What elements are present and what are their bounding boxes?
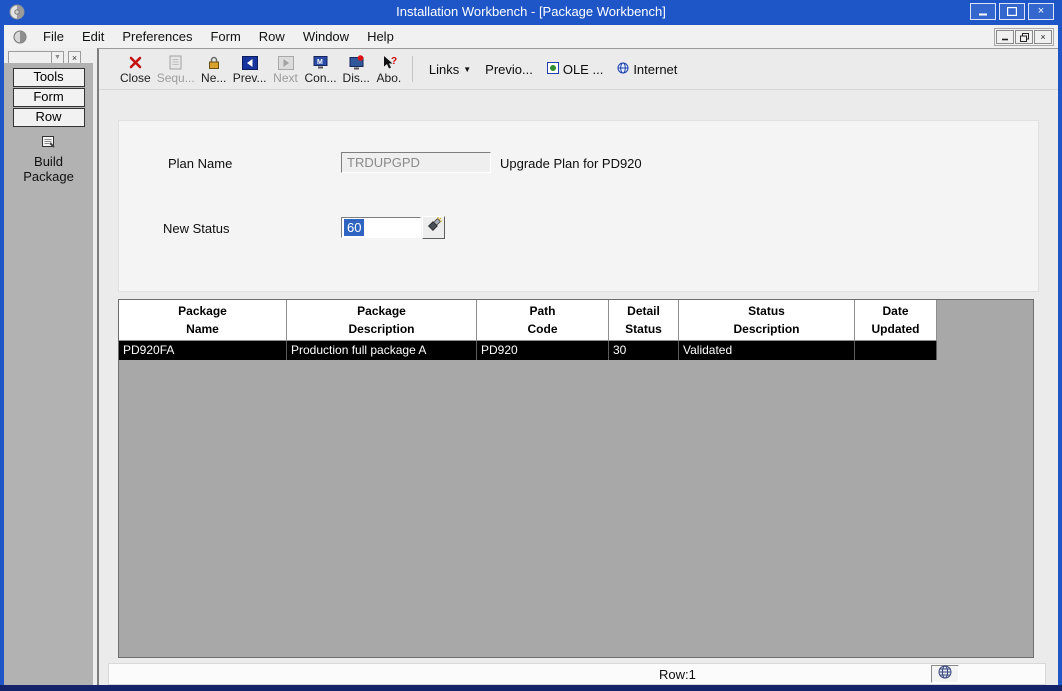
menu-file[interactable]: File <box>34 26 73 47</box>
sequence-toolbar-button: Sequ... <box>154 53 198 85</box>
menu-form[interactable]: Form <box>201 26 249 47</box>
cell-path-code[interactable]: PD920 <box>477 341 609 360</box>
window-controls: × <box>970 3 1054 20</box>
previous-toolbar-button[interactable]: Prev... <box>230 53 270 85</box>
package-grid: PackageName PackageDescription PathCode … <box>118 299 1034 658</box>
grid-header: PackageName PackageDescription PathCode … <box>119 300 1033 341</box>
column-header-detail-status[interactable]: DetailStatus <box>609 300 679 341</box>
column-header-status-description[interactable]: StatusDescription <box>679 300 855 341</box>
previous-arrow-icon <box>242 53 258 70</box>
flashlight-icon <box>426 217 442 238</box>
client-area: File Edit Preferences Form Row Window He… <box>4 25 1058 685</box>
new-status-label: New Status <box>163 221 229 236</box>
next-arrow-icon <box>278 53 294 70</box>
close-x-icon <box>128 53 143 70</box>
internet-button[interactable]: Internet <box>610 62 684 77</box>
dispatch-toolbar-button[interactable]: Dis... <box>340 53 373 85</box>
build-package-icon <box>41 134 56 154</box>
lock-icon <box>207 53 221 70</box>
new-status-selected-text: 60 <box>344 219 364 236</box>
plan-name-label: Plan Name <box>168 156 232 171</box>
ole-icon <box>547 62 559 77</box>
titlebar: Installation Workbench - [Package Workbe… <box>0 0 1062 25</box>
confirm-toolbar-button[interactable]: M Con... <box>302 53 340 85</box>
close-button[interactable]: × <box>1028 3 1054 20</box>
menubar: File Edit Preferences Form Row Window He… <box>4 25 1058 48</box>
menu-row[interactable]: Row <box>250 26 294 47</box>
menu-edit[interactable]: Edit <box>73 26 113 47</box>
mdi-window-controls: × <box>994 28 1054 46</box>
svg-text:M: M <box>317 59 323 66</box>
ole-button[interactable]: OLE ... <box>540 62 610 77</box>
cell-date-updated[interactable] <box>855 341 937 360</box>
toolbar: Close Sequ... Ne... Prev... <box>99 49 1058 90</box>
mdi-close-button[interactable]: × <box>1034 30 1052 44</box>
window-bottom-border <box>0 685 1062 691</box>
links-dropdown[interactable]: Links ▼ <box>422 62 478 77</box>
about-toolbar-button[interactable]: ? Abo. <box>373 53 405 85</box>
dropdown-arrow-icon: ▼ <box>51 52 63 63</box>
sidebar: Tools Form Row Build Package <box>4 63 93 685</box>
cell-package-name[interactable]: PD920FA <box>119 341 287 360</box>
cell-detail-status[interactable]: 30 <box>609 341 679 360</box>
toolbar-separator <box>412 56 413 82</box>
sidebar-tab-tools[interactable]: Tools <box>13 68 85 87</box>
window-title: Installation Workbench - [Package Workbe… <box>0 4 1062 19</box>
mdi-restore-button[interactable] <box>1015 30 1033 44</box>
column-header-path-code[interactable]: PathCode <box>477 300 609 341</box>
menu-preferences[interactable]: Preferences <box>113 26 201 47</box>
menu-help[interactable]: Help <box>358 26 403 47</box>
globe-icon <box>938 665 952 684</box>
cell-status-description[interactable]: Validated <box>679 341 855 360</box>
form-panel: Plan Name TRDUPGPD Upgrade Plan for PD92… <box>118 120 1039 292</box>
main-panel: Close Sequ... Ne... Prev... <box>97 48 1058 685</box>
connection-indicator <box>931 665 959 683</box>
sidebar-tab-form[interactable]: Form <box>13 88 85 107</box>
plan-name-field[interactable]: TRDUPGPD <box>341 152 491 173</box>
sidebar-item-build-package[interactable]: Build Package <box>4 134 93 185</box>
mdi-system-icon[interactable] <box>13 30 27 44</box>
new-status-field[interactable]: 60 <box>341 217 421 238</box>
column-header-date-updated[interactable]: DateUpdated <box>855 300 937 341</box>
maximize-button[interactable] <box>999 3 1025 20</box>
mdi-minimize-button[interactable] <box>996 30 1014 44</box>
minimize-button[interactable] <box>970 3 996 20</box>
svg-text:?: ? <box>391 56 397 67</box>
previous-link-button[interactable]: Previo... <box>478 62 540 77</box>
cell-package-description[interactable]: Production full package A <box>287 341 477 360</box>
visual-assist-button[interactable] <box>422 216 445 239</box>
column-header-package-description[interactable]: PackageDescription <box>287 300 477 341</box>
row-count-indicator: Row:1 <box>659 667 696 682</box>
about-icon: ? <box>381 53 397 70</box>
sequence-icon <box>169 53 182 70</box>
column-header-package-name[interactable]: PackageName <box>119 300 287 341</box>
sidebar-tab-row[interactable]: Row <box>13 108 85 127</box>
links-dropdown-arrow-icon: ▼ <box>463 65 471 74</box>
internet-globe-icon <box>617 62 629 77</box>
close-toolbar-button[interactable]: Close <box>117 53 154 85</box>
statusbar: Row:1 <box>108 663 1046 685</box>
menu-window[interactable]: Window <box>294 26 358 47</box>
confirm-icon: M <box>313 53 328 70</box>
table-row-selected[interactable]: PD920FA Production full package A PD920 … <box>119 341 1033 360</box>
new-toolbar-button[interactable]: Ne... <box>198 53 230 85</box>
dispatch-icon <box>349 53 364 70</box>
plan-description-text: Upgrade Plan for PD920 <box>500 156 642 171</box>
next-toolbar-button: Next <box>270 53 302 85</box>
sidebar-item-label: Build Package <box>18 155 80 185</box>
